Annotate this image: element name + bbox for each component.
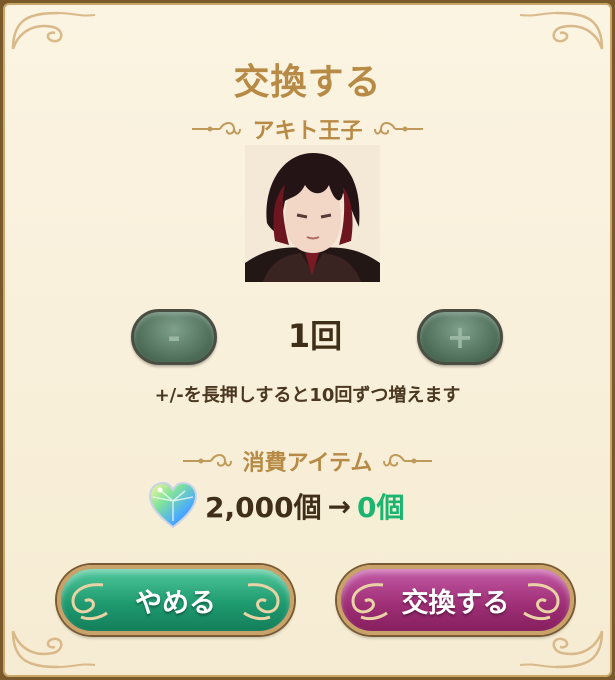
character-name: アキト王子 bbox=[252, 119, 363, 144]
remaining-amount: 0個 bbox=[357, 491, 405, 524]
character-portrait bbox=[245, 145, 380, 282]
cancel-label: やめる bbox=[135, 587, 216, 619]
cost-amount: 2,000個 bbox=[205, 491, 322, 524]
cost-heading-label: 消費アイテム bbox=[242, 451, 373, 476]
plus-icon: + bbox=[446, 318, 474, 356]
scroll-ornament-icon bbox=[523, 583, 560, 621]
flourish-icon bbox=[373, 122, 423, 135]
exchange-quantity: 1回 bbox=[287, 317, 343, 355]
decrease-button[interactable]: - bbox=[131, 309, 217, 365]
exchange-label: 交換する bbox=[401, 587, 510, 619]
corner-ornament bbox=[516, 9, 606, 53]
corner-ornament bbox=[9, 9, 99, 53]
exchange-dialog: 交換する アキト王子 - 1回 + +/-を長押しすると10回ずつ増えます 消費… bbox=[3, 3, 612, 677]
long-press-hint: +/-を長押しすると10回ずつ増えます bbox=[154, 385, 461, 406]
increase-button[interactable]: + bbox=[417, 309, 503, 365]
cost-row: 2,000個 → 0個 bbox=[147, 481, 405, 531]
scroll-ornament-icon bbox=[351, 583, 388, 621]
cost-heading: 消費アイテム bbox=[5, 445, 610, 477]
exchange-button[interactable]: 交換する bbox=[337, 565, 574, 635]
scroll-ornament-icon bbox=[71, 583, 108, 621]
dialog-title: 交換する bbox=[233, 62, 382, 103]
cost-arrow: → bbox=[327, 489, 352, 523]
scroll-ornament-icon bbox=[243, 583, 280, 621]
cancel-button[interactable]: やめる bbox=[57, 565, 294, 635]
flourish-icon bbox=[182, 454, 232, 467]
flourish-icon bbox=[383, 454, 433, 467]
character-name-heading: アキト王子 bbox=[5, 113, 610, 145]
minus-icon: - bbox=[167, 318, 181, 356]
heart-gem-icon bbox=[148, 481, 198, 529]
flourish-icon bbox=[192, 122, 242, 135]
